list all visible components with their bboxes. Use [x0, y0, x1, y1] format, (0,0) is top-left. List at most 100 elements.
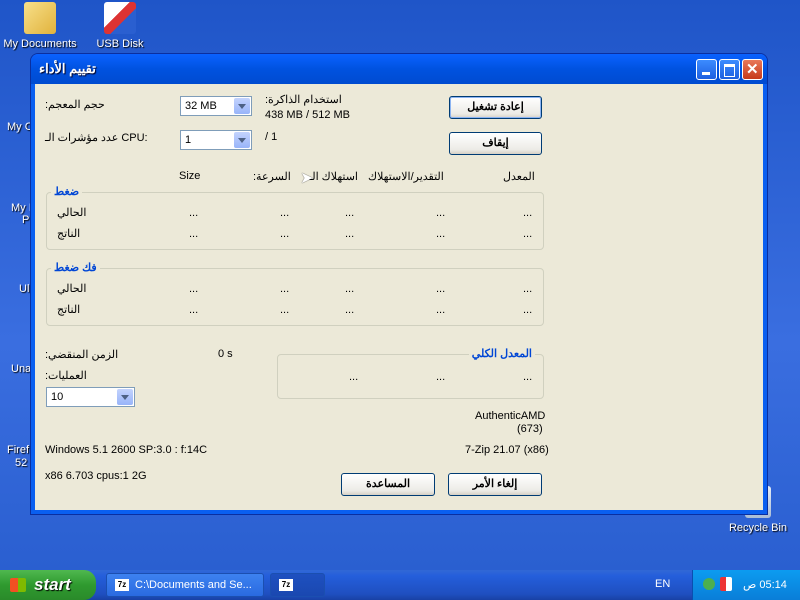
cancel-button[interactable]: إلغاء الأمر [448, 473, 542, 496]
value-cell: ... [189, 304, 199, 316]
7zip-icon: 7z [279, 579, 293, 591]
folder-icon [24, 2, 56, 34]
desktop-icon-label[interactable]: My C [7, 121, 33, 133]
decompress-group-title: فك ضغط [51, 261, 100, 274]
value-cell: ... [523, 304, 533, 316]
total-rating-title: المعدل الكلي [468, 347, 535, 360]
desktop-icon-label[interactable]: Una [11, 363, 31, 375]
cpu-threads-value: 1 [185, 134, 192, 146]
passes-select[interactable]: 10 [46, 387, 135, 407]
value-cell: ... [189, 228, 199, 240]
mouse-cursor-icon: ➤ [300, 170, 314, 187]
value-cell: ... [280, 304, 290, 316]
column-header-speed: السرعة: [253, 171, 291, 183]
desktop-icon-label[interactable]: 52 [15, 457, 27, 469]
value-cell: ... [345, 228, 355, 240]
value-cell: ... [280, 283, 290, 295]
help-button[interactable]: المساعدة [341, 473, 435, 496]
desktop-icon-usb-disk[interactable]: USB Disk [80, 2, 160, 50]
value-cell: ... [436, 283, 446, 295]
value-cell: ... [349, 371, 359, 383]
row-label-current: الحالي [57, 207, 87, 219]
minimize-icon [702, 72, 710, 75]
taskbar-item-label: C:\Documents and Se... [135, 579, 252, 591]
elapsed-time-label: الزمن المنقضي: [45, 349, 119, 361]
desktop-icon-label[interactable]: My I [11, 202, 32, 214]
desktop-icon-label[interactable]: P [22, 214, 29, 226]
elapsed-time-value: 0 s [218, 348, 233, 360]
version-info: 7-Zip 21.07 (x86) [465, 444, 549, 456]
value-cell: ... [523, 228, 533, 240]
usb-disk-icon [104, 2, 136, 34]
maximize-button[interactable] [719, 59, 740, 80]
close-button[interactable]: ✕ [742, 59, 763, 80]
value-cell: ... [280, 207, 290, 219]
value-cell: ... [436, 228, 446, 240]
taskbar-item-explorer[interactable]: 7z C:\Documents and Se... [106, 573, 264, 597]
minimize-button[interactable] [696, 59, 717, 80]
window-title: تقييم الأداء [39, 61, 96, 76]
value-cell: ... [436, 304, 446, 316]
title-bar[interactable]: تقييم الأداء ✕ [31, 54, 767, 84]
value-cell: ... [436, 207, 446, 219]
passes-value: 10 [51, 391, 64, 403]
chevron-down-icon[interactable] [117, 389, 133, 405]
chevron-down-icon[interactable] [234, 98, 250, 114]
start-button[interactable]: start [0, 570, 96, 600]
maximize-icon [724, 64, 735, 77]
value-cell: ... [189, 207, 199, 219]
desktop-icon-label: Recycle Bin [728, 522, 788, 534]
desktop-icon-my-documents[interactable]: My Documents [0, 2, 80, 50]
clock[interactable]: 05:14 ص [743, 578, 787, 591]
system-tray: 05:14 ص [692, 570, 800, 600]
window-client-area: حجم المعجم: 32 MB استخدام الذاكرة: 438 M… [35, 84, 763, 510]
column-header-size: Size [179, 170, 201, 182]
dictionary-size-select[interactable]: 32 MB [180, 96, 252, 116]
desktop-icon-label[interactable]: Firef [7, 444, 29, 456]
compress-group-title: ضغط [51, 185, 83, 198]
windows-logo-icon [10, 578, 26, 592]
desktop-icon-label: My Documents [3, 38, 77, 50]
cpu-code: (673) [517, 423, 543, 435]
row-label-result: الناتج [57, 228, 81, 240]
cpu-threads-select[interactable]: 1 [180, 130, 252, 150]
language-indicator[interactable]: EN [655, 578, 670, 590]
row-label-current: الحالي [57, 283, 87, 295]
passes-label: العمليات: [45, 370, 87, 382]
cpu-threads-max: / 1 [265, 131, 278, 143]
value-cell: ... [280, 228, 290, 240]
desktop-icon-label[interactable]: Ul [19, 283, 29, 295]
compress-group: ضغط الحالي الناتج ... ... ... ... ... ..… [46, 185, 544, 250]
security-shield-icon[interactable] [720, 577, 732, 591]
value-cell: ... [436, 371, 446, 383]
dictionary-size-value: 32 MB [185, 100, 217, 112]
memory-usage-value: 438 MB / 512 MB [265, 109, 350, 121]
column-header-cpu-usage: استهلاك الـ [309, 171, 358, 183]
stop-button[interactable]: إيقاف [449, 132, 542, 155]
desktop-icon-label: USB Disk [96, 38, 144, 50]
total-rating-group: المعدل الكلي ... ... ... [277, 347, 544, 399]
start-label: start [34, 575, 71, 594]
value-cell: ... [345, 283, 355, 295]
7zip-icon: 7z [115, 579, 129, 591]
dictionary-size-label: حجم المعجم: [45, 99, 105, 111]
cpu-vendor: AuthenticAMD [475, 410, 546, 422]
taskbar: start 7z C:\Documents and Se... 7z EN 05… [0, 570, 800, 600]
benchmark-window: تقييم الأداء ✕ حجم المعجم: 32 MB استخدام… [31, 54, 767, 514]
value-cell: ... [345, 207, 355, 219]
arch-info: x86 6.703 cpus:1 2G [45, 470, 147, 482]
value-cell: ... [523, 371, 533, 383]
row-label-result: الناتج [57, 304, 81, 316]
value-cell: ... [345, 304, 355, 316]
restart-button[interactable]: إعادة تشغيل [449, 96, 542, 119]
os-info: Windows 5.1 2600 SP:3.0 : f:14C [45, 444, 208, 456]
cpu-threads-label: عدد مؤشرات الـ CPU: [45, 132, 148, 144]
network-icon[interactable] [703, 578, 715, 590]
value-cell: ... [523, 283, 533, 295]
column-header-rate: المعدل [503, 171, 535, 183]
chevron-down-icon[interactable] [234, 132, 250, 148]
value-cell: ... [523, 207, 533, 219]
taskbar-item-7zip[interactable]: 7z [270, 573, 325, 597]
column-header-rating-usage: التقدير/الاستهلاك [368, 171, 444, 183]
close-icon: ✕ [746, 61, 759, 78]
